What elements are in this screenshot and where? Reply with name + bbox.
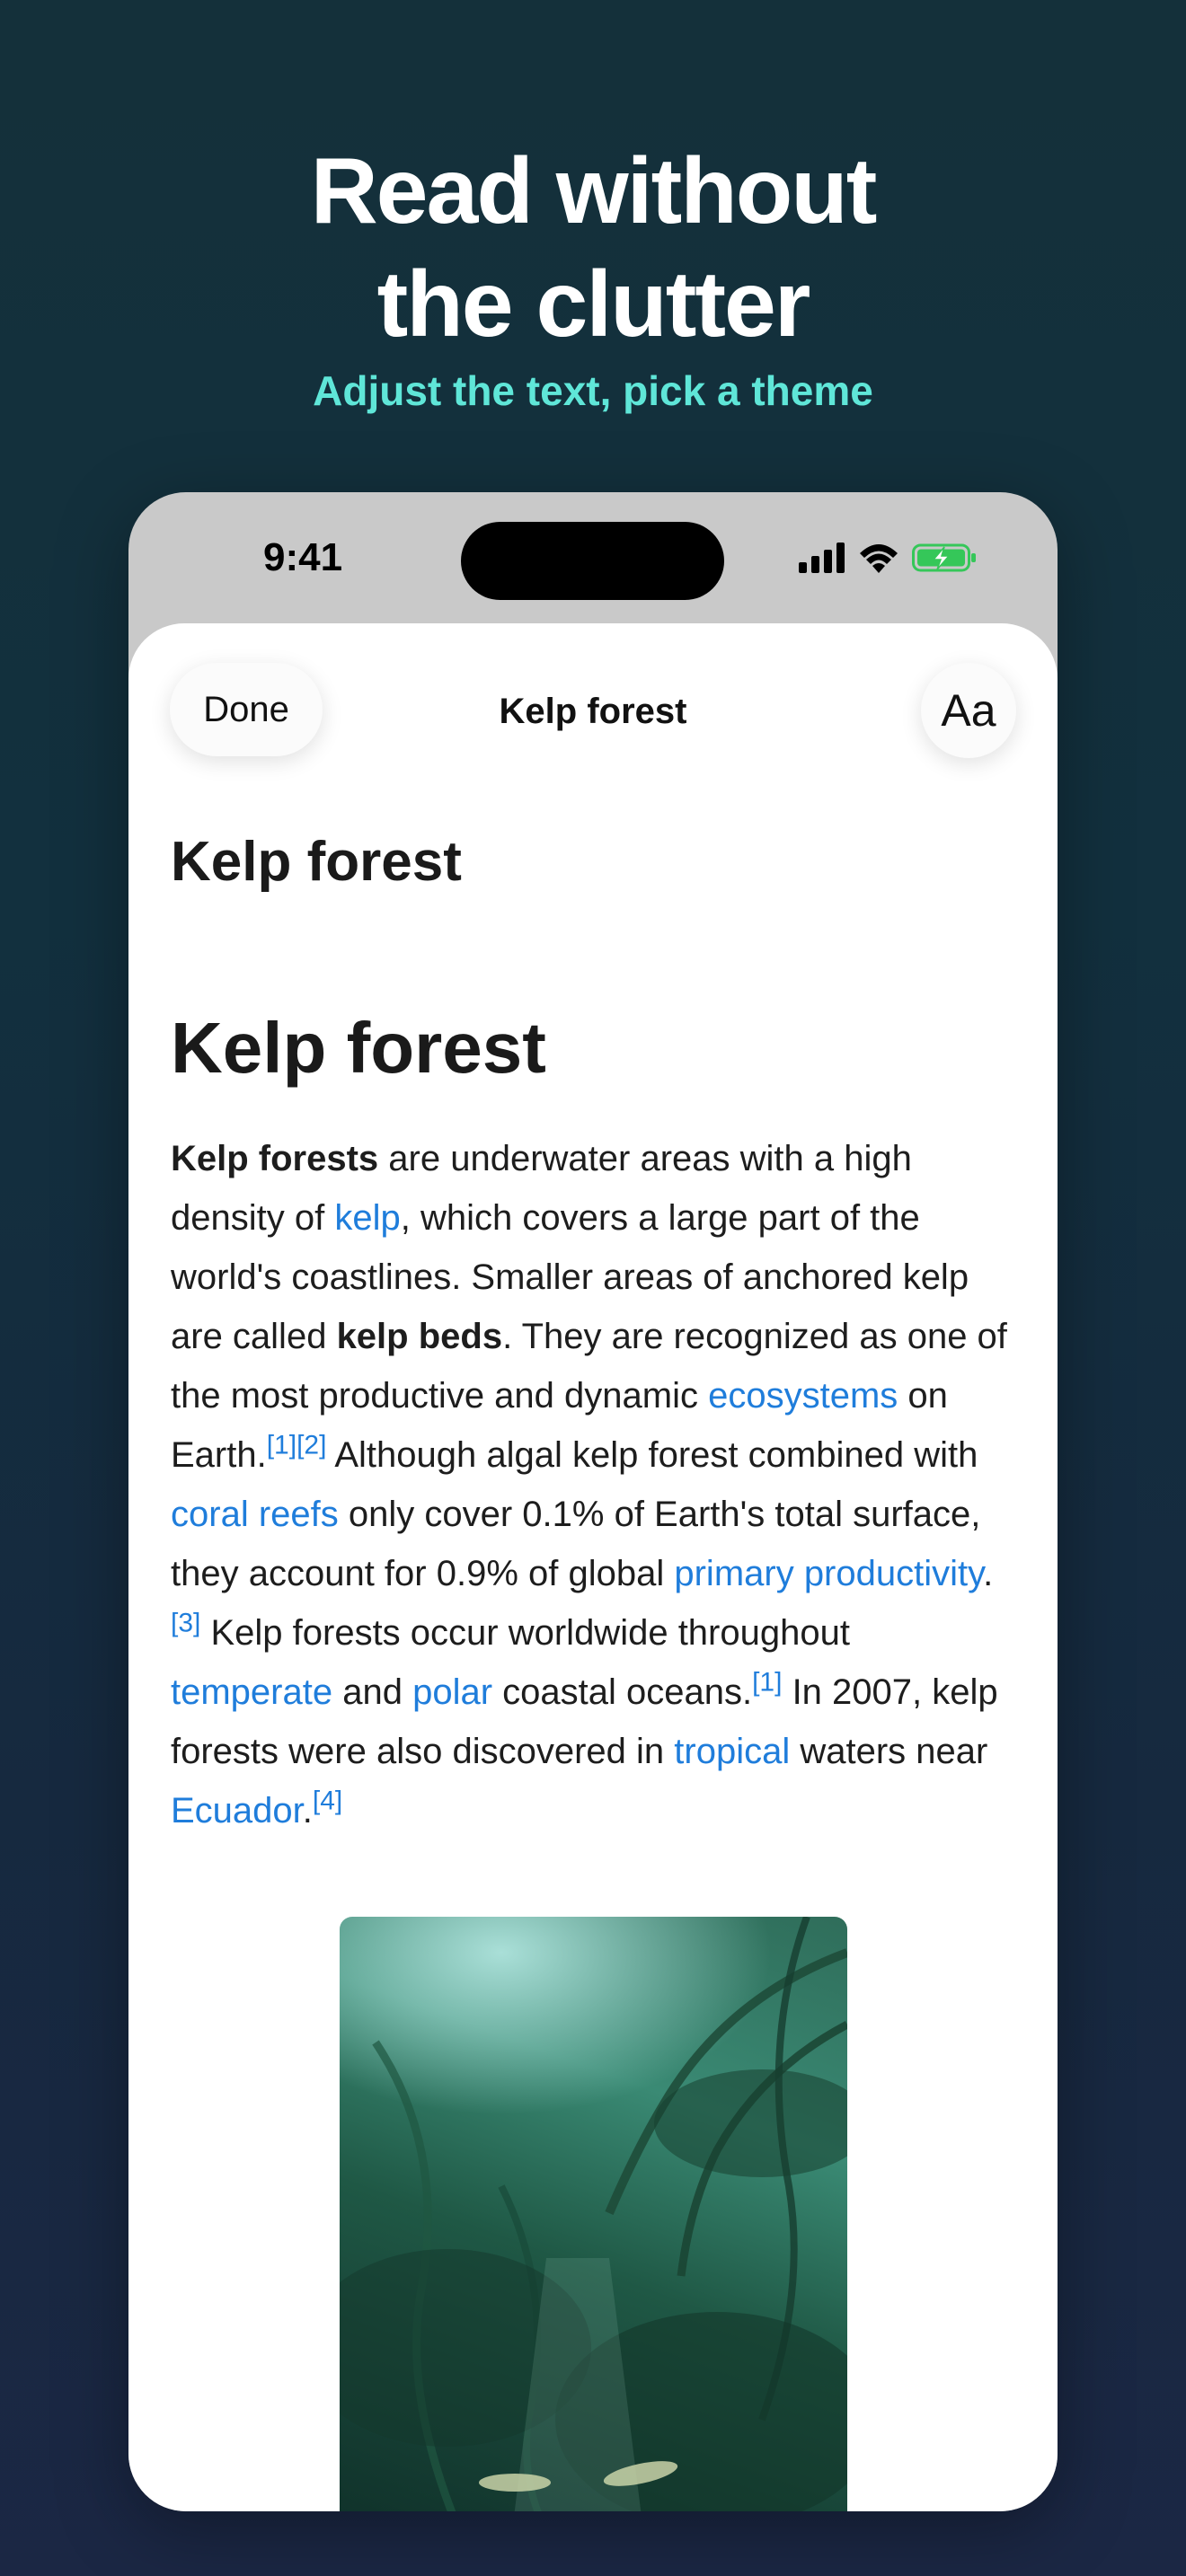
article-paragraph: Kelp forests are underwater areas with a…: [171, 1129, 1015, 1840]
citation-link[interactable]: [2]: [296, 1431, 326, 1460]
text-run: .: [983, 1554, 994, 1593]
article-heading: Kelp forest: [171, 1008, 546, 1088]
citation-link[interactable]: [4]: [313, 1786, 342, 1816]
page-title: Kelp forest: [171, 831, 462, 893]
battery-charging-icon: [912, 543, 976, 572]
wifi-icon: [860, 544, 898, 573]
citation-link[interactable]: [1]: [267, 1431, 296, 1460]
phone-frame: 9:41 Done Kelp forest Aa Kelp forest Kel…: [128, 492, 1058, 2511]
text-run: Although algal kelp forest combined with: [326, 1435, 978, 1475]
nav-title: Kelp forest: [499, 692, 687, 731]
citation-link[interactable]: [1]: [752, 1668, 782, 1698]
text-run: .: [302, 1791, 313, 1831]
link-primary-productivity[interactable]: primary productivity: [674, 1554, 983, 1593]
citation-link[interactable]: [3]: [171, 1609, 200, 1638]
dynamic-island: [461, 522, 724, 600]
link-coral-reefs[interactable]: coral reefs: [171, 1495, 339, 1534]
link-temperate[interactable]: temperate: [171, 1672, 332, 1712]
status-icons: [799, 543, 977, 573]
status-bar: 9:41: [128, 492, 1058, 622]
text-size-button[interactable]: Aa: [921, 663, 1016, 758]
bold-term: Kelp forests: [171, 1139, 379, 1178]
status-time: 9:41: [263, 535, 343, 579]
bold-term: kelp beds: [336, 1317, 503, 1356]
hero-title-line-2: the clutter: [376, 252, 811, 357]
article-content: Kelp forest Kelp forest Kelp forests are…: [171, 830, 1015, 1840]
kelp-illustration: [340, 1917, 847, 2511]
link-tropical[interactable]: tropical: [674, 1732, 790, 1771]
hero-subtitle: Adjust the text, pick a theme: [313, 367, 873, 414]
text-run: Kelp forests occur worldwide throughout: [200, 1613, 850, 1653]
kelp-forest-image[interactable]: [340, 1917, 847, 2511]
text-run: coastal oceans.: [492, 1672, 753, 1712]
link-ecuador[interactable]: Ecuador: [171, 1791, 303, 1831]
reader-nav-bar: Done Kelp forest Aa: [128, 623, 1058, 803]
hero-title: Read without the clutter: [0, 135, 1186, 361]
cellular-signal-icon: [799, 543, 845, 573]
link-kelp[interactable]: kelp: [334, 1198, 400, 1238]
text-run: and: [332, 1672, 413, 1712]
hero-title-line-1: Read without: [310, 139, 878, 243]
link-polar[interactable]: polar: [412, 1672, 492, 1712]
link-ecosystems[interactable]: ecosystems: [708, 1376, 898, 1416]
text-run: waters near: [790, 1732, 988, 1771]
reader-sheet: Done Kelp forest Aa Kelp forest Kelp for…: [128, 623, 1058, 2511]
